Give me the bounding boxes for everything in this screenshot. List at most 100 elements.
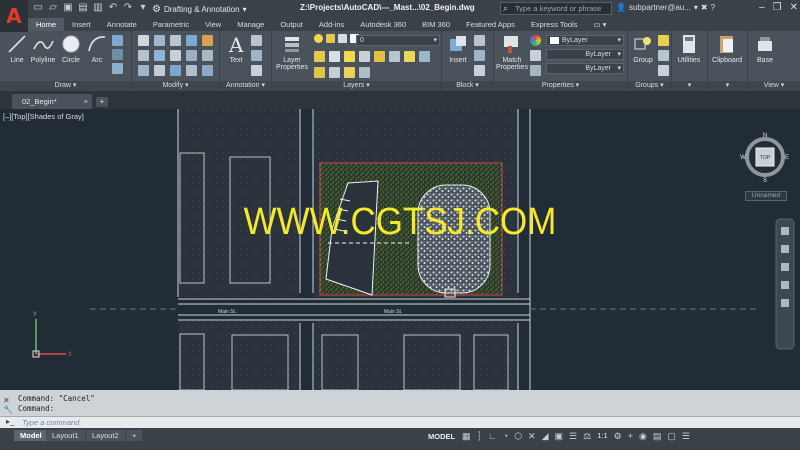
linetype-icon[interactable]: [530, 50, 541, 61]
match-properties-button[interactable]: Match Properties: [496, 33, 528, 71]
stretch-icon[interactable]: [138, 65, 149, 76]
drawing-canvas[interactable]: Main St. Main St. TOP N S E W Y X [–][To…: [0, 109, 800, 390]
linetype-dropdown[interactable]: ByLayer: [546, 49, 624, 60]
ribbon-tab-bim-360[interactable]: BIM 360: [414, 18, 458, 31]
save-icon[interactable]: ▣: [62, 2, 74, 14]
attribute-icon[interactable]: [474, 65, 485, 76]
layer-tool-icon[interactable]: [404, 51, 415, 62]
annotation-scale-icon[interactable]: ⚖: [583, 431, 591, 442]
close-tab-icon[interactable]: ×: [84, 94, 88, 109]
clipboard-button[interactable]: Clipboard: [712, 33, 742, 64]
restore-button[interactable]: ❐: [773, 2, 782, 13]
undo-icon[interactable]: ↶: [107, 2, 119, 14]
dimension-icon[interactable]: [251, 35, 262, 46]
zoom-extents-icon[interactable]: [781, 263, 789, 271]
layout-tab-layout2[interactable]: Layout2: [86, 430, 125, 441]
showmotion-icon[interactable]: [781, 299, 789, 307]
search-input[interactable]: ⌕ Type a keyword or phrase: [500, 2, 612, 15]
lineweight-dropdown[interactable]: ByLayer: [546, 63, 624, 74]
explode-icon[interactable]: [186, 50, 197, 61]
layer-tool-icon[interactable]: [359, 67, 370, 78]
view-panel-title[interactable]: View ▾: [748, 81, 800, 91]
pencil-icon[interactable]: [202, 35, 213, 46]
ribbon-tab-manage[interactable]: Manage: [229, 18, 272, 31]
clipboard-panel-title[interactable]: ▾: [708, 81, 747, 91]
array-icon[interactable]: [170, 65, 181, 76]
ribbon-tab-parametric[interactable]: Parametric: [145, 18, 197, 31]
viewcube[interactable]: TOP N S E W: [740, 133, 789, 184]
annotation-panel-title[interactable]: Annotation ▾: [220, 81, 271, 91]
customization-icon[interactable]: ☰: [682, 431, 690, 442]
snap-icon[interactable]: ┆: [477, 431, 482, 442]
utilities-button[interactable]: Utilities: [674, 33, 704, 64]
ribbon-tab-insert[interactable]: Insert: [64, 18, 99, 31]
lock-icon[interactable]: [338, 34, 347, 43]
layer-tool-icon[interactable]: [314, 51, 325, 62]
user-account[interactable]: 👤 subpartner@au... ▾ ✖ ?: [616, 3, 715, 12]
layer-tool-icon[interactable]: [344, 51, 355, 62]
join-icon[interactable]: [202, 65, 213, 76]
redo-icon[interactable]: ↷: [122, 2, 134, 14]
hatch-icon[interactable]: [112, 49, 123, 60]
lightbulb-icon[interactable]: [314, 34, 323, 43]
hardware-acceleration-icon[interactable]: ▤: [653, 431, 662, 442]
ribbon-tab-featured-apps[interactable]: Featured Apps: [458, 18, 523, 31]
ribbon-tab-express-tools[interactable]: Express Tools: [523, 18, 586, 31]
steering-wheel-icon[interactable]: [781, 227, 789, 235]
rotate-icon[interactable]: [154, 35, 165, 46]
layer-tool-icon[interactable]: [344, 67, 355, 78]
modify-panel-title[interactable]: Modify ▾: [132, 81, 219, 91]
gradient-icon[interactable]: [112, 63, 123, 74]
block-panel-title[interactable]: Block ▾: [442, 81, 493, 91]
layers-panel-title[interactable]: Layers ▾: [272, 81, 441, 91]
ribbon-tab-add-ins[interactable]: Add-ins: [311, 18, 352, 31]
layer-tool-icon[interactable]: [419, 51, 430, 62]
offset-icon[interactable]: [202, 50, 213, 61]
layer-tool-icon[interactable]: [314, 67, 325, 78]
layout-tab-model[interactable]: Model: [14, 430, 48, 441]
erase-icon[interactable]: [186, 35, 197, 46]
rectangle-icon[interactable]: [112, 35, 123, 46]
ribbon-tab-output[interactable]: Output: [272, 18, 311, 31]
ribbon-tab-[interactable]: ▭ ▾: [585, 18, 614, 31]
command-window-handle[interactable]: ✕ 🔧: [3, 396, 13, 414]
group-select-icon[interactable]: [658, 65, 669, 76]
sun-icon[interactable]: [326, 34, 335, 43]
utilities-panel-title[interactable]: ▾: [672, 81, 707, 91]
pan-icon[interactable]: [781, 245, 789, 253]
new-tab-button[interactable]: +: [96, 97, 108, 107]
ortho-icon[interactable]: ∟: [488, 431, 497, 442]
command-input[interactable]: ▸_ Type a command: [0, 416, 800, 428]
help-icon[interactable]: ?: [711, 3, 715, 12]
insert-button[interactable]: Insert: [443, 33, 473, 64]
move-icon[interactable]: [138, 35, 149, 46]
base-button[interactable]: Base: [750, 33, 780, 64]
ribbon-tab-autodesk-360[interactable]: Autodesk 360: [352, 18, 414, 31]
save-as-icon[interactable]: ▤: [77, 2, 89, 14]
ribbon-tab-home[interactable]: Home: [28, 18, 65, 31]
layer-tool-icon[interactable]: [329, 67, 340, 78]
group-button[interactable]: Group: [628, 33, 658, 64]
scale-icon[interactable]: [154, 65, 165, 76]
workspace-icon[interactable]: ▣: [555, 431, 564, 442]
ribbon-tab-view[interactable]: View: [197, 18, 229, 31]
layer-tool-icon[interactable]: [374, 51, 385, 62]
annotation-visibility-icon[interactable]: ◢: [542, 431, 549, 442]
clean-screen-icon[interactable]: ▢: [667, 431, 676, 442]
lineweight-toggle-icon[interactable]: ☰: [569, 431, 577, 442]
close-button[interactable]: ✕: [790, 2, 798, 13]
open-folder-icon[interactable]: ▱: [47, 2, 59, 14]
add-layout-button[interactable]: +: [126, 430, 143, 441]
annotation-scale[interactable]: 1:1: [597, 431, 607, 442]
minimize-button[interactable]: –: [759, 2, 765, 13]
ucs-dropdown[interactable]: Unnamed: [745, 191, 787, 201]
polar-icon[interactable]: ◔: [503, 431, 508, 442]
group-edit-icon[interactable]: [658, 50, 669, 61]
color-dropdown[interactable]: ByLayer: [546, 35, 624, 46]
arc-button[interactable]: Arc: [82, 33, 112, 64]
orbit-icon[interactable]: [781, 281, 789, 289]
copy-icon[interactable]: [138, 50, 149, 61]
qat-dropdown-icon[interactable]: ▾: [137, 2, 149, 14]
document-tab-02-begin[interactable]: 02_Begin* ×: [12, 94, 92, 109]
leader-icon[interactable]: [251, 50, 262, 61]
